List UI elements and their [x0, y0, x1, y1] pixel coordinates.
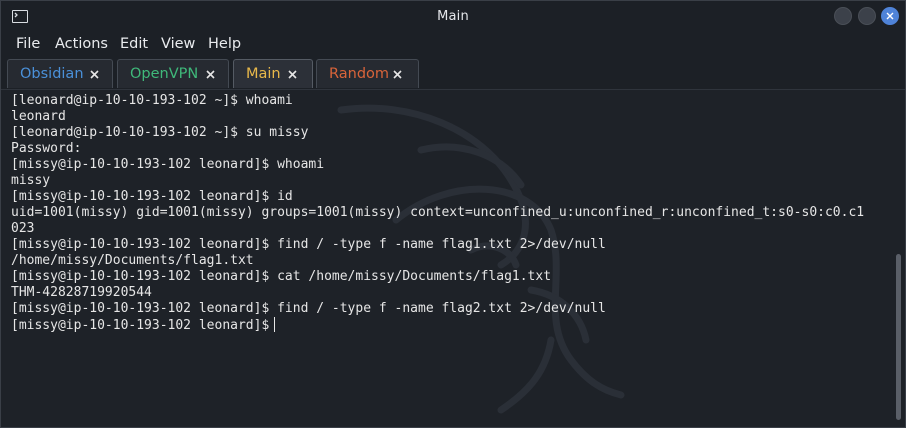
terminal-line: leonard — [11, 109, 66, 124]
tab-label: Obsidian — [20, 66, 84, 82]
tab-label: OpenVPN — [130, 66, 199, 82]
terminal-line: [missy@ip-10-10-193-102 leonard]$ find /… — [11, 301, 606, 316]
close-icon[interactable] — [90, 70, 99, 79]
terminal-line: [leonard@ip-10-10-193-102 ~]$ su missy — [11, 125, 309, 140]
terminal-line: 023 — [11, 221, 35, 236]
terminal-output[interactable]: [leonard@ip-10-10-193-102 ~]$ whoami leon… — [1, 90, 893, 427]
terminal-line: missy — [11, 173, 51, 188]
tab-bar: Obsidian OpenVPN Main Random — [1, 57, 905, 90]
terminal-window: Main File Actions Edit View Help Obsidia… — [0, 0, 906, 428]
terminal-line: [missy@ip-10-10-193-102 leonard]$ whoami — [11, 157, 325, 172]
terminal-line: [missy@ip-10-10-193-102 leonard]$ cat /h… — [11, 269, 552, 284]
close-icon — [886, 12, 894, 20]
tab-obsidian[interactable]: Obsidian — [7, 59, 113, 88]
menu-file[interactable]: File — [16, 36, 40, 52]
close-icon[interactable] — [393, 70, 402, 79]
terminal-line: /home/missy/Documents/flag1.txt — [11, 253, 254, 268]
tab-random[interactable]: Random — [316, 59, 419, 88]
menu-bar: File Actions Edit View Help — [1, 33, 905, 57]
menu-help[interactable]: Help — [208, 36, 241, 52]
terminal-line: Password: — [11, 141, 82, 156]
tab-label: Main — [246, 66, 281, 82]
close-icon[interactable] — [206, 70, 215, 79]
menu-actions[interactable]: Actions — [55, 36, 108, 52]
terminal-line: [missy@ip-10-10-193-102 leonard]$ find /… — [11, 237, 606, 252]
close-icon[interactable] — [288, 70, 297, 79]
tab-main[interactable]: Main — [233, 59, 313, 88]
text-cursor — [274, 317, 276, 332]
title-bar[interactable]: Main — [1, 1, 905, 33]
terminal-line: [leonard@ip-10-10-193-102 ~]$ whoami — [11, 93, 293, 108]
tab-label: Random — [329, 66, 390, 82]
menu-view[interactable]: View — [161, 36, 195, 52]
terminal-prompt-line: [missy@ip-10-10-193-102 leonard]$ — [11, 317, 276, 334]
close-window-button[interactable] — [881, 7, 899, 25]
scrollbar-thumb[interactable] — [896, 254, 901, 420]
minimize-button[interactable] — [834, 7, 852, 25]
window-title: Main — [437, 9, 469, 24]
tab-openvpn[interactable]: OpenVPN — [117, 59, 229, 88]
menu-edit[interactable]: Edit — [120, 36, 148, 52]
terminal-line: [missy@ip-10-10-193-102 leonard]$ id — [11, 189, 293, 204]
terminal-line: THM-42828719920544 — [11, 285, 152, 300]
maximize-button[interactable] — [858, 7, 876, 25]
terminal-line: uid=1001(missy) gid=1001(missy) groups=1… — [11, 205, 865, 220]
kali-dragon-watermark — [337, 104, 625, 414]
